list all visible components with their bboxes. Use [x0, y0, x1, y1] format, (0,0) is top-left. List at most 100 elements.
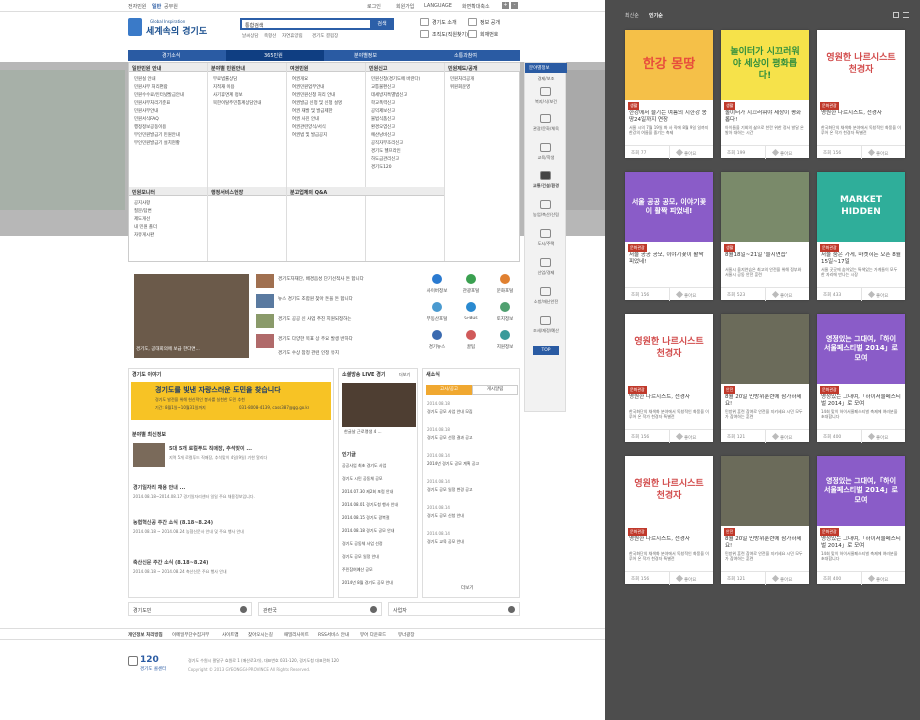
footer-link[interactable]: 패밀리사이트 [284, 632, 309, 638]
notice-tab-active[interactable]: 고시/공고 [426, 385, 472, 395]
mega-item[interactable]: 사기휴면계 정보 [213, 92, 243, 98]
mega-item[interactable]: 환경오염신고 [371, 124, 395, 130]
social-item[interactable]: 2014.08.15 경기도 광복절 [342, 515, 416, 521]
mega-item[interactable]: 여권법 및 발급공지 [292, 132, 327, 138]
grid-view-icon[interactable] [893, 12, 899, 18]
tab-latest[interactable]: 최신순 [625, 12, 639, 19]
footer-link[interactable]: 개인정보 처리방침 [128, 632, 163, 638]
social-item[interactable]: 주민참여예산 공모 [342, 567, 416, 573]
search-link-4[interactable]: 경기도 결핍장 [312, 33, 338, 39]
mega-item[interactable]: 여권민원업무안내 [292, 84, 324, 90]
feed-card[interactable]: 안전 8월 20일 민방위훈련에 참가하세요! 민방위 훈련 참여로 안전을 지키세… [721, 314, 809, 443]
card-title[interactable]: 영원한 나르시스트, 천경자 [629, 394, 709, 408]
feed-card[interactable]: MARKET HIDDEN 문화관광 서울 숨은 가게, 마켓히든 오픈 8월15일… [817, 172, 905, 301]
footer-link[interactable]: 뷰너광장 [398, 632, 415, 638]
card-title[interactable]: 영원한 나르시스트, 천경자 [629, 536, 709, 550]
field-item-title[interactable]: 축산신문 주간 소식 (8.18~8.24) [133, 559, 329, 566]
service-label[interactable]: 경기뉴스 [424, 344, 450, 350]
tip-icon[interactable] [466, 330, 476, 340]
nav-item-participation[interactable]: 소통과참여 [454, 52, 477, 59]
notice-item[interactable]: 경기도 공모 선정 결과 공고 [427, 435, 517, 441]
mega-item[interactable]: 여권발급 신청 및 신청 설명 [292, 100, 342, 106]
footer-link[interactable]: RSS서비스 안내 [318, 632, 349, 638]
card-title[interactable]: 서울 숨은 가게, 마켓히든 오픈 8월15일~17일 [821, 252, 901, 266]
footer-link[interactable]: 사이트맵 [222, 632, 239, 638]
social-item[interactable]: 경기도 시민 공동체 공모 [342, 476, 416, 482]
mega-item[interactable]: 내 민원 폴더 [134, 224, 157, 230]
mega-item[interactable]: 민원실 안내 [134, 76, 156, 82]
service-label[interactable]: 지원정보 [492, 344, 518, 350]
social-item[interactable]: 2014년 8월 경기도 공모 안내 [342, 580, 416, 586]
service-label[interactable]: 부동산포털 [424, 316, 450, 322]
service-label[interactable]: 관광포털 [458, 288, 484, 294]
mega-item[interactable]: 여권민원신청 처리 안내 [292, 92, 335, 98]
card-image[interactable]: 영정있는 그대여,「하이서울페스티벌 2014」로 모여 [817, 456, 905, 526]
field-headline-photo[interactable] [133, 443, 165, 467]
card-image[interactable]: 영원한 나르시스트 천경자 [625, 314, 713, 384]
like-button[interactable]: 좋아요 [771, 148, 792, 157]
feed-card[interactable]: 안전 8월 20일 민방위훈련에 참가하세요! 민방위 훈련 참여로 안전을 지키세… [721, 456, 809, 585]
news-item[interactable]: 뉴스 경기도 조합원 찾아 돈을 돈 합니다 [278, 296, 416, 302]
gyeonggi-logo-icon[interactable] [128, 18, 142, 36]
card-title[interactable]: 8월 20일 민방위훈련에 참가하세요! [725, 536, 805, 550]
select-citizen[interactable]: 경기도민 [128, 602, 252, 616]
mega-item[interactable]: 공지사항 [134, 200, 150, 206]
card-image[interactable]: 영정있는 그대여,「하이서울페스티벌 2014」로 모여 [817, 314, 905, 384]
mega-item[interactable]: 여권 사진 안내 [292, 116, 319, 122]
like-button[interactable]: 좋아요 [771, 574, 792, 583]
feed-card[interactable]: 놀이터가 시끄러워야 세상이 평화롭다! 생활 놀이터가 시끄러워야 세상이 평화롭… [721, 30, 809, 159]
zoom-in-button[interactable]: + [502, 2, 509, 9]
feed-card[interactable]: 서울 공공 공모, 이야기꽃이 활짝 피었네! 문화관광 서울 공공 공모, 이야기… [625, 172, 713, 301]
social-video-caption[interactable]: 한글날 근로맹생 4 ... [344, 429, 416, 435]
login-link[interactable]: 로그인 [367, 3, 381, 10]
search-link-1[interactable]: 날씨상담 [242, 33, 259, 39]
site-logo[interactable]: 세계속의 경기도 [146, 24, 207, 37]
feed-card[interactable]: 한강 몽땅 생활 한강에서 즐기는 여름의 시한강 몽땅24일까지 연장 서울 시의 … [625, 30, 713, 159]
scroll-top-button[interactable]: TOP [533, 346, 559, 355]
news-item[interactable]: 경기도 다양한 목표 상 주요 발생 반하다 [278, 336, 416, 342]
card-title[interactable]: 서울 공공 공모, 이야기꽃이 활짝 피었네! [629, 252, 709, 266]
service-label[interactable]: 사이버정보 [424, 288, 450, 294]
mega-item[interactable]: 민원서식FAQ [134, 116, 159, 122]
mega-item[interactable]: 질문/답변 [134, 208, 152, 214]
social-item[interactable]: 경기도 공모 일정 안내 [342, 554, 416, 560]
mega-item[interactable]: 여권개요 [292, 76, 308, 82]
topbar-link-general[interactable]: 일반 [152, 3, 161, 10]
notice-more-link[interactable]: 더보기 [461, 585, 473, 591]
nav-item-news[interactable]: 경기소식 [162, 52, 180, 59]
mega-item[interactable]: 민원처리공개 [450, 76, 474, 82]
mega-item[interactable]: 여권관련양식/서식 [292, 124, 326, 130]
nav-item-fields[interactable]: 분야별정보 [354, 52, 377, 59]
tab-popular[interactable]: 인기순 [649, 12, 663, 19]
card-image[interactable]: 서울 공공 공모, 이야기꽃이 활짝 피었네! [625, 172, 713, 242]
mega-item[interactable]: 민원사무 처리편람 [134, 84, 168, 90]
like-button[interactable]: 좋아요 [867, 290, 888, 299]
notice-tab[interactable]: 게시알림 [472, 385, 518, 395]
search-link-3[interactable]: 자연휴양림 [282, 33, 303, 39]
culture-icon[interactable] [500, 274, 510, 284]
mega-item[interactable]: 북한이탈주민통계상담안내 [213, 100, 261, 106]
support-icon[interactable] [500, 330, 510, 340]
join-link[interactable]: 회원가입 [396, 3, 414, 10]
notice-item[interactable]: 경기도 교육 공모 안내 [427, 539, 517, 545]
mega-item[interactable]: 무료법률상담 [213, 76, 237, 82]
feed-card[interactable]: 생활 8월18일~21일 '을지연습' 서울시 을지연습은 최고의 안전을 위해 정… [721, 172, 809, 301]
footer-link[interactable]: 뷰어 다운로드 [360, 632, 386, 638]
mega-item[interactable]: 데세방지특별법신고 [371, 92, 407, 98]
news-item[interactable]: 경기도 공공 신 사업 추진 지원되정하는 [278, 316, 416, 322]
nav-item-365[interactable]: 365민원 [264, 52, 283, 59]
close-icon[interactable] [508, 606, 515, 613]
service-label[interactable]: G-Bus [458, 316, 484, 321]
mega-item[interactable]: 지적재 이용 [213, 84, 235, 90]
mega-item[interactable]: 위원회운영 [450, 84, 470, 90]
card-title[interactable]: 놀이터가 시끄러워야 세상이 평화롭다! [725, 110, 805, 124]
service-label[interactable]: 문화포털 [492, 288, 518, 294]
mega-col-title[interactable]: 분고업체의 Q&A [287, 187, 444, 196]
field-headline[interactable]: 5대 5개 로컬푸드 직매장, 추석맞이 ... [169, 445, 329, 452]
mega-item[interactable]: 예산낭비신고 [371, 132, 395, 138]
search-link-2[interactable]: 축항산 [264, 33, 276, 39]
field-item-label[interactable]: 교육/학생 [527, 155, 565, 161]
field-item-label[interactable]: 조세/재정/예산 [527, 328, 565, 334]
like-button[interactable]: 좋아요 [771, 432, 792, 441]
social-item[interactable]: 공공사업 최초 경기도 사업 [342, 463, 416, 469]
